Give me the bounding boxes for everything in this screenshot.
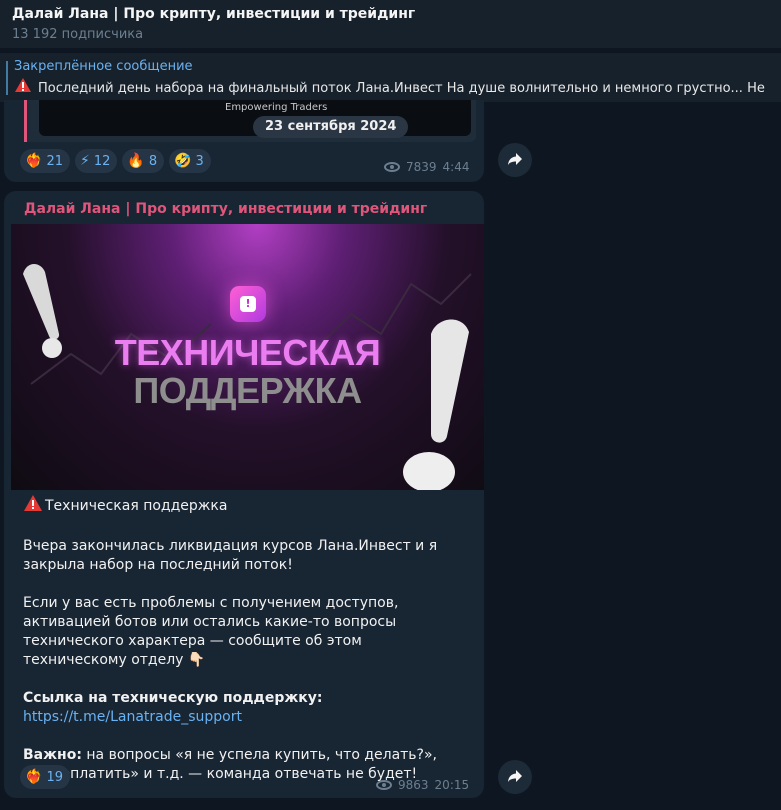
message-author[interactable]: Далай Лана | Про крипту, инвестиции и тр… xyxy=(24,201,427,217)
pinned-text: Последний день набора на финальный поток… xyxy=(38,81,765,96)
paragraph-2: Если у вас есть проблемы с получением до… xyxy=(23,595,399,668)
reply-image[interactable]: Empowering Traders 23 сентября 2024 xyxy=(39,100,471,138)
message-title: Техническая поддержка xyxy=(45,497,228,514)
paragraph-1: Вчера закончилась ликвидация курсов Лана… xyxy=(23,538,438,573)
eye-icon xyxy=(384,162,400,172)
support-link-label: Ссылка на техническую поддержку: xyxy=(23,690,323,706)
pinned-label: Закреплённое сообщение xyxy=(14,59,193,74)
share-button[interactable] xyxy=(498,760,532,794)
reactions-bar: ❤️‍🔥 21 ⚡ 12 🔥 8 🤣 3 xyxy=(20,149,211,173)
message-time: 4:44 xyxy=(442,160,470,174)
chat-header[interactable]: Далай Лана | Про крипту, инвестиции и тр… xyxy=(0,0,781,48)
message-text: Техническая поддержка Вчера закончилась … xyxy=(23,494,468,803)
share-button[interactable] xyxy=(498,143,532,177)
important-label: Важно: xyxy=(23,747,82,763)
view-count: 7839 xyxy=(406,160,437,174)
share-icon xyxy=(507,151,523,170)
reaction-lightning[interactable]: ⚡ 12 xyxy=(74,149,118,173)
eye-icon xyxy=(376,780,392,790)
message-meta: 9863 20:15 xyxy=(376,778,469,792)
share-icon xyxy=(507,768,523,787)
message-bubble[interactable]: Empowering Traders 23 сентября 2024 ❤️‍🔥… xyxy=(4,100,484,182)
important-text: на вопросы «я не успела купить, что дела… xyxy=(23,747,438,782)
pinned-indicator xyxy=(6,61,8,95)
warning-icon xyxy=(14,77,32,101)
warning-icon xyxy=(23,494,43,518)
support-link[interactable]: https://t.me/Lanatrade_support xyxy=(23,709,242,725)
reply-preview[interactable]: Empowering Traders 23 сентября 2024 xyxy=(24,100,476,142)
pinned-message[interactable]: Закреплённое сообщение Последний день на… xyxy=(0,52,781,102)
poster-title-line2: ПОДДЕРЖКА xyxy=(133,370,362,411)
exclamation-badge-icon: ! xyxy=(230,286,266,322)
message-bubble[interactable]: Далай Лана | Про крипту, инвестиции и тр… xyxy=(4,191,484,798)
reply-image-caption: Empowering Traders xyxy=(225,102,328,113)
post-image[interactable]: ! ТЕХНИЧЕСКАЯ ПОДДЕРЖКА xyxy=(11,224,484,490)
subscriber-count: 13 192 подписчика xyxy=(12,27,144,42)
date-pill: 23 сентября 2024 xyxy=(253,116,409,138)
message-time: 20:15 xyxy=(434,778,470,792)
reaction-heart-fire[interactable]: ❤️‍🔥 21 xyxy=(20,149,70,173)
poster-title-line1: ТЕХНИЧЕСКАЯ xyxy=(114,332,381,373)
reactions-bar: ❤️‍🔥 19 xyxy=(20,765,70,789)
reaction-fire[interactable]: 🔥 8 xyxy=(122,149,165,173)
channel-title[interactable]: Далай Лана | Про крипту, инвестиции и тр… xyxy=(12,4,769,24)
reaction-heart-fire[interactable]: ❤️‍🔥 19 xyxy=(20,765,70,789)
view-count: 9863 xyxy=(398,778,429,792)
reaction-rofl[interactable]: 🤣 3 xyxy=(169,149,211,173)
message-meta: 7839 4:44 xyxy=(384,160,470,174)
